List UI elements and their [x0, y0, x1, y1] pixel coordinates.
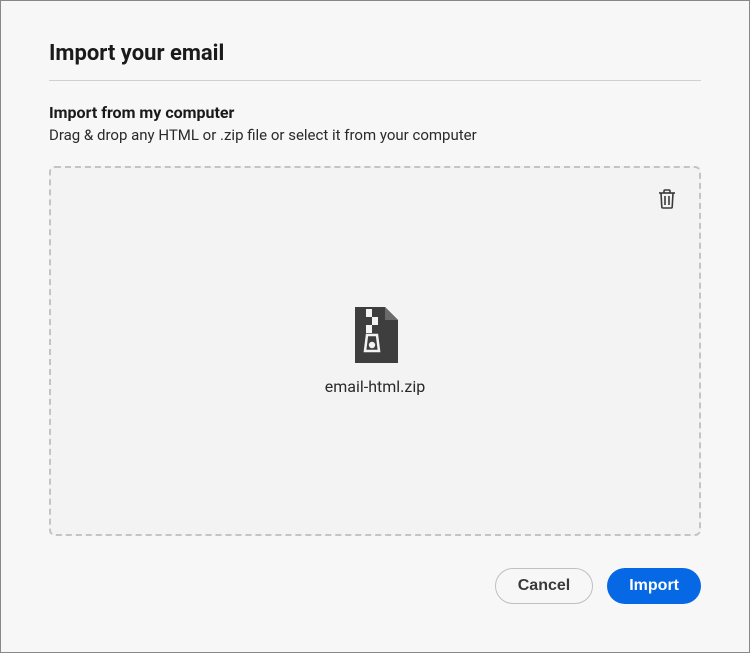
file-name: email-html.zip: [325, 377, 425, 396]
dialog-footer: Cancel Import: [49, 568, 701, 604]
section-description: Drag & drop any HTML or .zip file or sel…: [49, 126, 701, 144]
import-button[interactable]: Import: [607, 568, 701, 604]
file-dropzone[interactable]: email-html.zip: [49, 166, 701, 536]
import-dialog: Import your email Import from my compute…: [0, 0, 750, 653]
trash-icon: [657, 188, 677, 210]
delete-file-button[interactable]: [653, 184, 681, 214]
divider: [49, 80, 701, 81]
zip-file-icon: [350, 307, 400, 365]
section-title: Import from my computer: [49, 103, 701, 122]
page-title: Import your email: [49, 41, 701, 80]
cancel-button[interactable]: Cancel: [495, 568, 593, 604]
uploaded-file: email-html.zip: [325, 307, 425, 396]
